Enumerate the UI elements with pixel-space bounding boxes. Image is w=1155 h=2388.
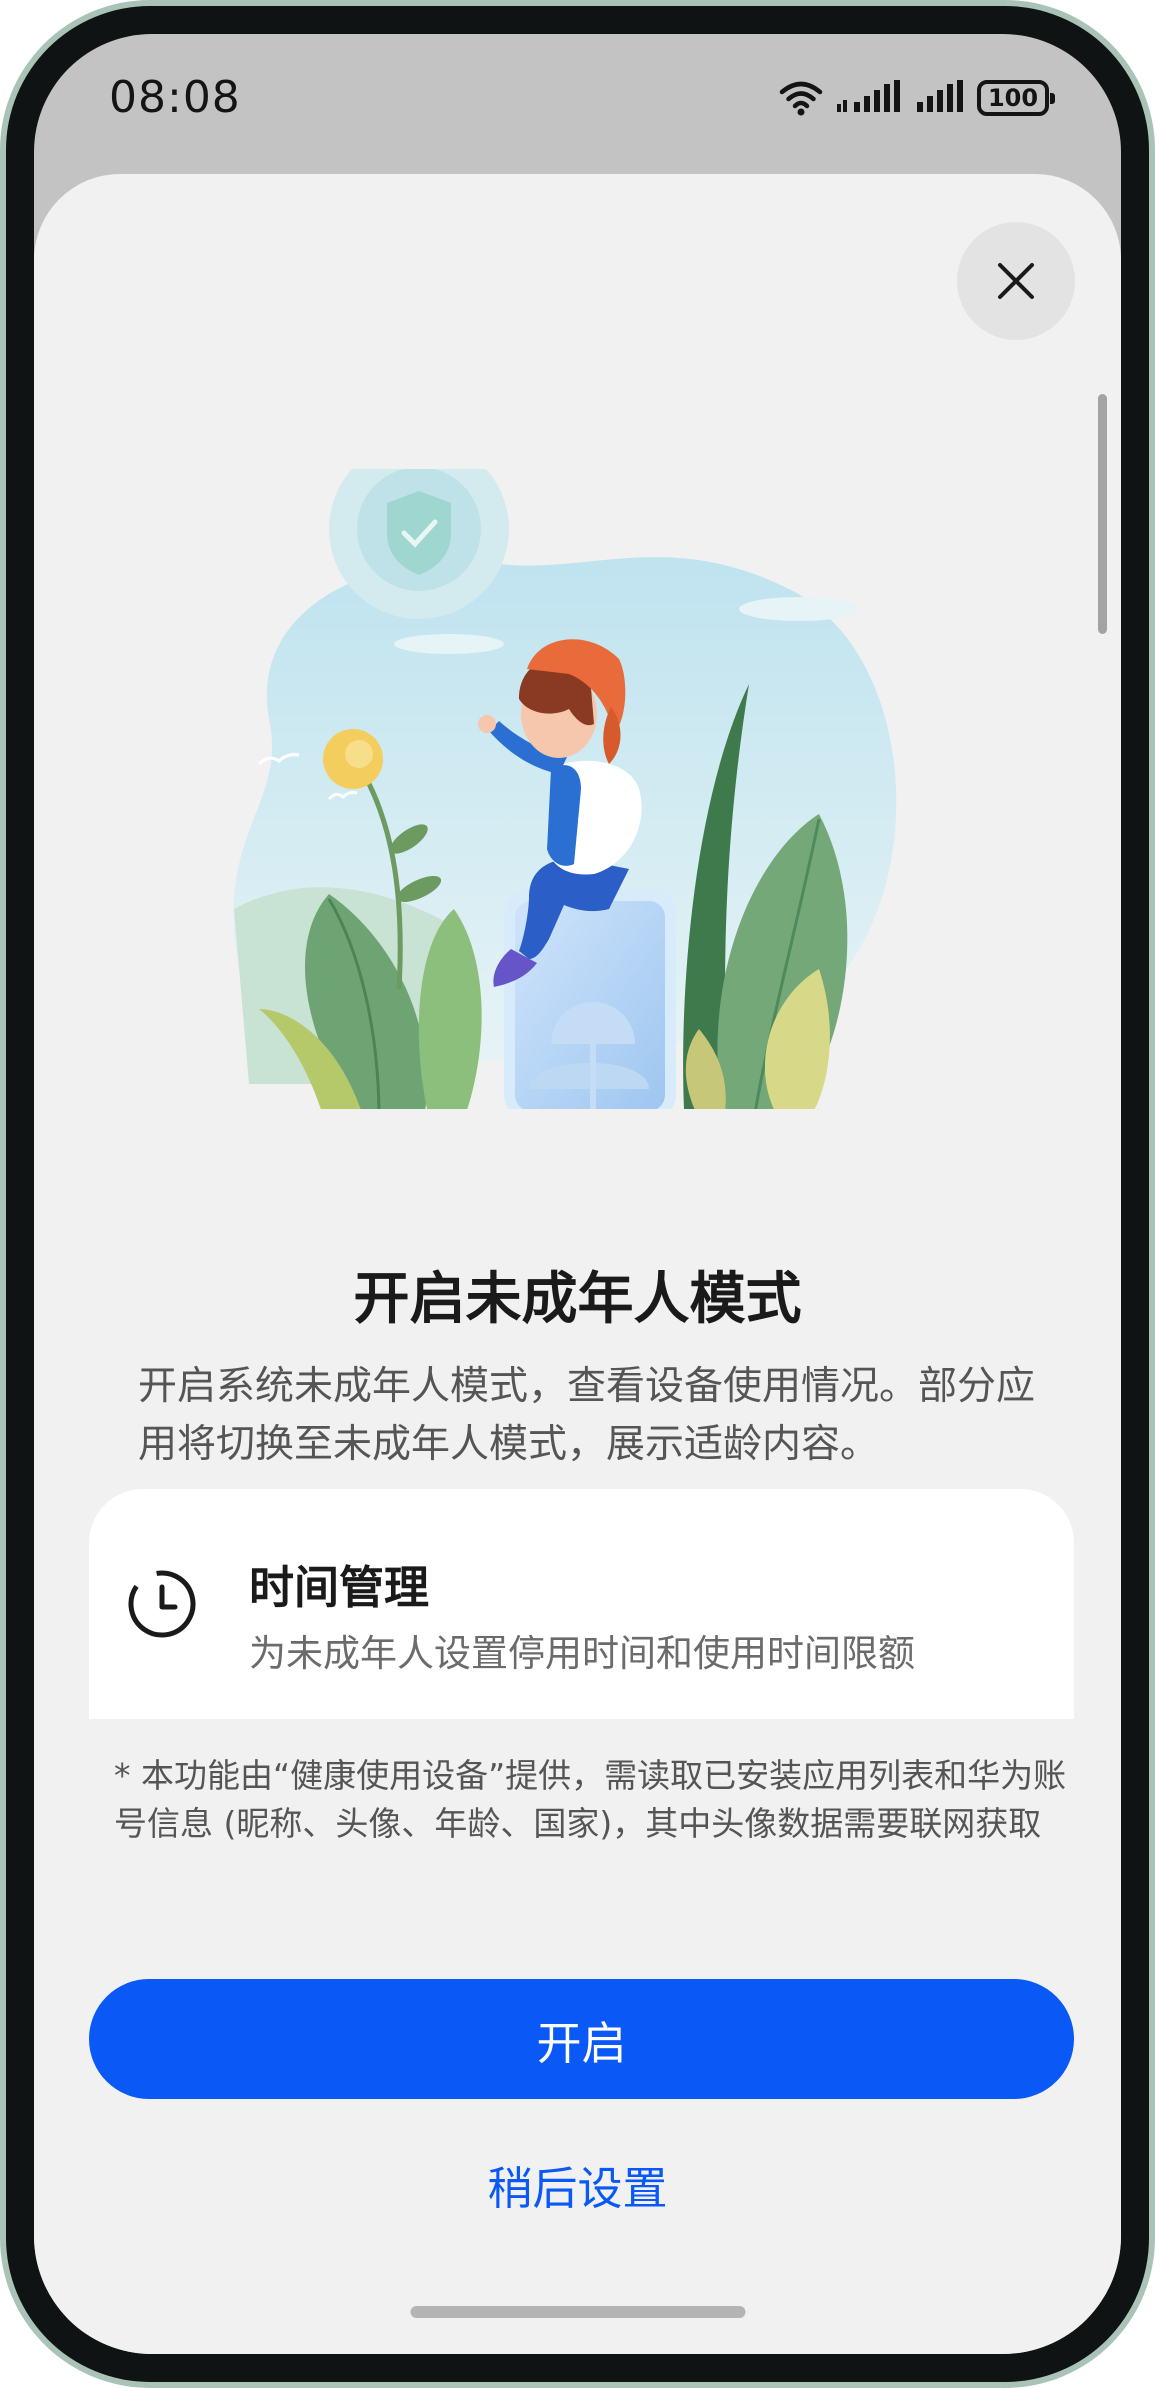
feature-description: 为未成年人设置停用时间和使用时间限额 bbox=[249, 1632, 915, 1675]
feature-card-time-management: 时间管理 为未成年人设置停用时间和使用时间限额 bbox=[89, 1489, 1074, 1719]
flower-bloom-center bbox=[345, 740, 373, 768]
feature-title: 时间管理 bbox=[249, 1561, 430, 1614]
status-icons: 100 bbox=[779, 80, 1055, 116]
scrollbar[interactable] bbox=[1098, 394, 1107, 634]
battery-icon: 100 bbox=[977, 80, 1055, 116]
cloud bbox=[394, 634, 504, 654]
minor-mode-sheet: 开启未成年人模式 开启系统未成年人模式，查看设备使用情况。部分应用将切换至未成年… bbox=[34, 174, 1121, 2354]
home-indicator[interactable] bbox=[410, 2306, 745, 2318]
dialog-description: 开启系统未成年人模式，查看设备使用情况。部分应用将切换至未成年人模式，展示适龄内… bbox=[138, 1364, 1036, 1467]
minor-mode-illustration bbox=[233, 469, 897, 1109]
boy-hand bbox=[478, 715, 496, 733]
set-later-button[interactable]: 稍后设置 bbox=[34, 2134, 1121, 2234]
dialog-title: 开启未成年人模式 bbox=[353, 1267, 802, 1332]
battery-level: 100 bbox=[987, 84, 1039, 112]
cloud bbox=[739, 597, 859, 621]
signal-icon bbox=[837, 80, 900, 112]
clock-icon bbox=[128, 1570, 196, 1638]
data-notice: * 本功能由“健康使用设备”提供，需读取已安装应用列表和华为账号信息 (昵称、头… bbox=[114, 1756, 1067, 1843]
close-button[interactable] bbox=[957, 222, 1075, 340]
close-icon bbox=[998, 263, 1034, 299]
status-bar: 08:08 100 bbox=[34, 34, 1121, 184]
phone-bezel: 08:08 100 开启未成年人模式 开启系统未成年人模式，查看设备使用情况。部… bbox=[6, 6, 1149, 2382]
status-time: 08:08 bbox=[109, 72, 241, 123]
wifi-icon bbox=[779, 81, 823, 116]
screen: 08:08 100 开启未成年人模式 开启系统未成年人模式，查看设备使用情况。部… bbox=[34, 34, 1121, 2354]
signal-icon bbox=[917, 80, 963, 112]
phone-frame: 08:08 100 开启未成年人模式 开启系统未成年人模式，查看设备使用情况。部… bbox=[0, 0, 1155, 2388]
enable-button[interactable]: 开启 bbox=[89, 1979, 1074, 2099]
